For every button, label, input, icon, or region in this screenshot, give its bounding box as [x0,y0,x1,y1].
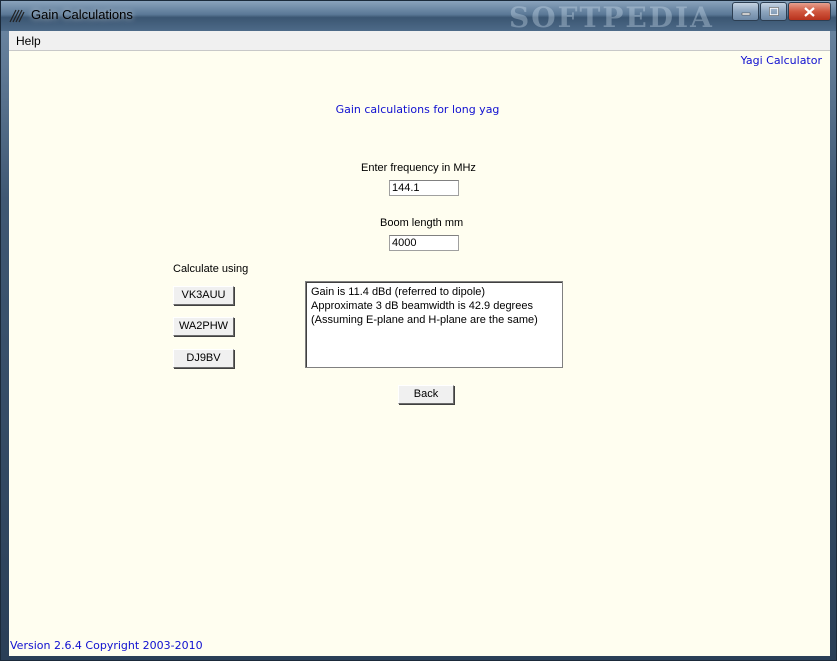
app-icon [9,9,25,23]
close-button[interactable] [788,2,831,21]
back-button[interactable]: Back [398,385,454,404]
menu-help[interactable]: Help [16,34,41,48]
vk3auu-button[interactable]: VK3AUU [173,286,234,305]
minimize-icon [741,12,750,15]
yagi-calculator-link[interactable]: Yagi Calculator [741,54,822,67]
maximize-button[interactable] [760,2,787,21]
calculate-using-label: Calculate using [173,263,249,275]
result-line: (Assuming E-plane and H-plane are the sa… [311,314,538,326]
frequency-label: Enter frequency in MHz [361,162,476,174]
title-bar[interactable]: Gain Calculations SOFTPEDIA [1,1,836,34]
app-window: Gain Calculations SOFTPEDIA Help Yagi Ca… [0,0,837,661]
dj9bv-button[interactable]: DJ9BV [173,349,234,368]
page-heading: Gain calculations for long yag [335,103,500,116]
frequency-input[interactable]: 144.1 [389,180,459,196]
result-line: Approximate 3 dB beamwidth is 42.9 degre… [311,300,533,312]
main-panel: Yagi Calculator Gain calculations for lo… [9,51,830,656]
version-footer: Version 2.6.4 Copyright 2003-2010 [10,639,203,652]
window-title: Gain Calculations [31,7,133,22]
wa2phw-button[interactable]: WA2PHW [173,317,234,336]
maximize-icon [768,7,779,16]
result-line: Gain is 11.4 dBd (referred to dipole) [311,286,486,298]
window-controls [731,2,831,21]
result-textbox[interactable]: Gain is 11.4 dBd (referred to dipole) Ap… [305,281,563,368]
close-icon [804,6,815,17]
menu-bar: Help [9,31,830,51]
minimize-button[interactable] [732,2,759,21]
watermark-logo: SOFTPEDIA [509,1,714,34]
boom-length-input[interactable]: 4000 [389,235,459,251]
boom-length-label: Boom length mm [380,217,464,229]
